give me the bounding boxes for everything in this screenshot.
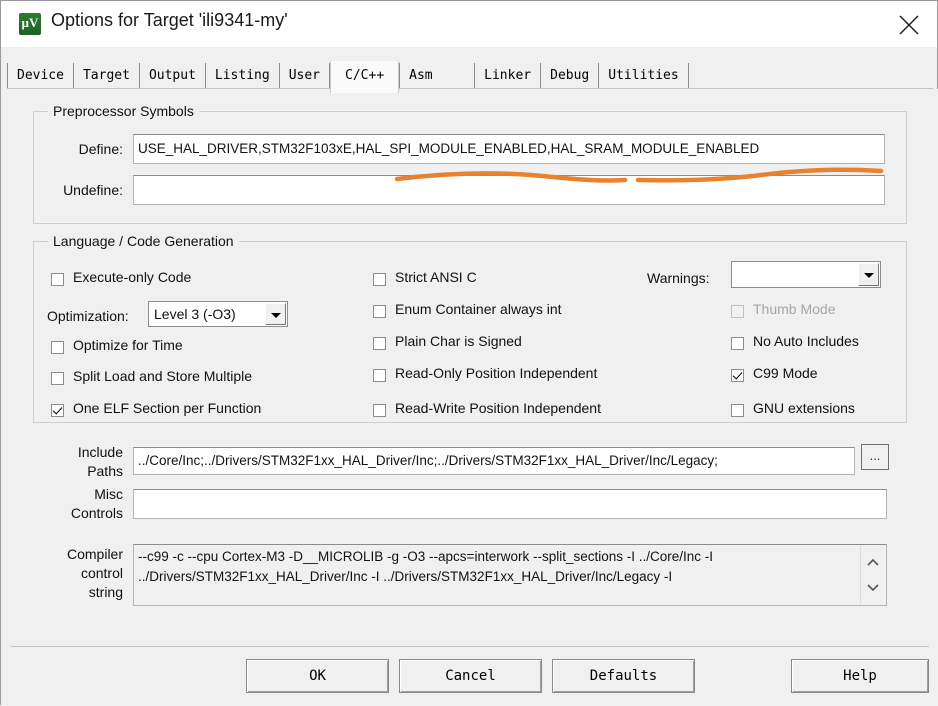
checkbox-strict-ansi-c-box — [373, 273, 386, 286]
checkbox-no-auto-includes-box — [731, 337, 744, 350]
tab-output[interactable]: Output — [139, 63, 206, 89]
checkbox-read-write-position-independent-label: Read-Write Position Independent — [395, 400, 601, 416]
title-bar: µV Options for Target 'ili9341-my' — [1, 1, 937, 47]
scroll-down-icon[interactable] — [861, 576, 885, 598]
close-icon-glyph — [899, 15, 919, 35]
optimization-label: Optimization: — [47, 308, 129, 324]
defaults-button[interactable]: Defaults — [552, 659, 695, 693]
checkbox-optimize-for-time-box — [51, 341, 64, 354]
checkbox-thumb-mode-box — [731, 305, 744, 318]
scroll-down-icon-glyph — [867, 584, 879, 592]
include-paths-input[interactable]: ../Core/Inc;../Drivers/STM32F1xx_HAL_Dri… — [133, 447, 855, 475]
tab-target[interactable]: Target — [73, 63, 140, 89]
tab-list: Device Target Output Listing User C/C++ … — [7, 61, 689, 93]
warnings-select[interactable] — [731, 261, 881, 288]
scroll-up-icon[interactable] — [861, 552, 885, 574]
warnings-label: Warnings: — [647, 270, 710, 286]
include-paths-label-line1: Include — [77, 444, 123, 460]
chevron-down-icon-warnings[interactable] — [858, 263, 879, 286]
checkbox-execute-only-code-box — [51, 273, 64, 286]
include-paths-label-line2: Paths — [87, 463, 123, 479]
checkbox-execute-only-code-label: Execute-only Code — [73, 269, 192, 285]
misc-controls-label-line2: Controls — [70, 505, 123, 521]
tab-debug[interactable]: Debug — [541, 63, 600, 89]
tab-strip: Device Target Output Listing User C/C++ … — [1, 47, 937, 93]
optimization-select[interactable]: Level 3 (-O3) — [148, 301, 288, 327]
c-cpp-tab-panel: Preprocessor Symbols Define: USE_HAL_DRI… — [1, 89, 938, 644]
chevron-down-icon[interactable] — [265, 303, 286, 325]
language-code-generation-title: Language / Code Generation — [48, 233, 239, 249]
checkbox-gnu-extensions-label: GNU extensions — [753, 400, 855, 416]
compiler-control-string-scrollbar[interactable] — [860, 546, 885, 604]
window-title: Options for Target 'ili9341-my' — [51, 10, 288, 30]
keil-uvision-icon-glyph: µV — [21, 15, 39, 30]
footer-separator — [11, 646, 929, 647]
undefine-label: Undefine: — [63, 182, 123, 198]
tab-user[interactable]: User — [279, 63, 331, 89]
tab-linker[interactable]: Linker — [475, 63, 542, 89]
misc-controls-label-line1: Misc — [94, 486, 123, 502]
checkbox-plain-char-is-signed-label: Plain Char is Signed — [395, 333, 522, 349]
compiler-control-string-label-line3: string — [88, 584, 123, 600]
checkbox-enum-container-always-int-box — [373, 305, 386, 318]
checkbox-enum-container-always-int-label: Enum Container always int — [395, 301, 562, 317]
checkbox-strict-ansi-c-label: Strict ANSI C — [395, 269, 477, 285]
checkbox-split-load-and-store-multiple-label: Split Load and Store Multiple — [73, 368, 252, 384]
checkbox-read-write-position-independent-box — [373, 404, 386, 417]
optimization-select-value: Level 3 (-O3) — [154, 306, 236, 322]
preprocessor-symbols-title: Preprocessor Symbols — [48, 103, 199, 119]
preprocessor-symbols-group: Preprocessor Symbols — [33, 103, 907, 224]
include-paths-browse-button[interactable]: ... — [861, 444, 889, 470]
tab-asm[interactable]: Asm — [399, 63, 476, 89]
checkbox-gnu-extensions-box — [731, 404, 744, 417]
checkbox-read-only-position-independent-box — [373, 369, 386, 382]
compiler-control-string-box[interactable]: --c99 -c --cpu Cortex-M3 -D__MICROLIB -g… — [133, 544, 887, 606]
checkbox-thumb-mode-label: Thumb Mode — [753, 301, 836, 317]
dialog-footer: OK Cancel Defaults Help — [1, 644, 938, 706]
options-for-target-dialog: µV Options for Target 'ili9341-my' Devic… — [0, 0, 938, 706]
checkbox-plain-char-is-signed-box — [373, 337, 386, 350]
tab-c-cpp[interactable]: C/C++ — [330, 61, 400, 93]
tab-listing[interactable]: Listing — [205, 63, 280, 89]
define-input[interactable]: USE_HAL_DRIVER,STM32F103xE,HAL_SPI_MODUL… — [133, 134, 885, 164]
checkbox-read-only-position-independent-label: Read-Only Position Independent — [395, 365, 598, 381]
checkbox-optimize-for-time-label: Optimize for Time — [73, 337, 183, 353]
misc-controls-input[interactable] — [133, 489, 887, 519]
ok-button[interactable]: OK — [246, 659, 389, 693]
define-label: Define: — [78, 141, 123, 157]
cancel-button[interactable]: Cancel — [399, 659, 542, 693]
scroll-up-icon-glyph — [867, 558, 879, 566]
checkbox-c99-mode-box — [731, 369, 744, 382]
keil-uvision-icon: µV — [19, 13, 41, 35]
tab-utilities[interactable]: Utilities — [599, 63, 689, 89]
checkbox-split-load-and-store-multiple-box — [51, 372, 64, 385]
help-button[interactable]: Help — [791, 659, 929, 693]
compiler-control-string-label-line1: Compiler — [66, 546, 123, 562]
tab-device[interactable]: Device — [7, 63, 74, 89]
compiler-control-string-label-line2: control — [80, 565, 123, 581]
checkbox-no-auto-includes-label: No Auto Includes — [753, 333, 859, 349]
undefine-input[interactable] — [133, 175, 885, 205]
checkbox-one-elf-section-per-function-label: One ELF Section per Function — [73, 400, 262, 416]
close-icon[interactable] — [881, 1, 937, 46]
checkbox-one-elf-section-per-function-box — [51, 404, 64, 417]
checkbox-c99-mode-label: C99 Mode — [753, 365, 818, 381]
compiler-control-string-value: --c99 -c --cpu Cortex-M3 -D__MICROLIB -g… — [138, 549, 714, 584]
